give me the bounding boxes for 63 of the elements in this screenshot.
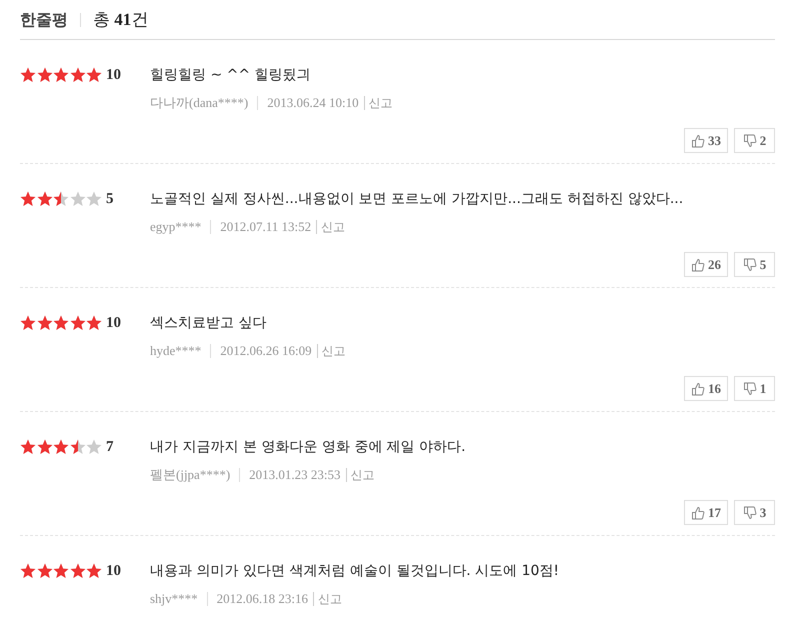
star-icon [70,439,86,455]
star-icon [36,191,52,207]
thumbs-down-icon [742,382,757,396]
dislike-button[interactable]: 2 [734,128,775,153]
rating-score: 10 [106,562,122,580]
thumbs-down-icon [742,506,757,520]
rating-score: 10 [106,66,122,84]
star-icon [53,191,69,207]
rating-score: 10 [106,314,122,332]
review-date: 2012.06.18 23:16 [216,592,310,606]
dislike-button[interactable]: 1 [734,376,775,401]
star-icon [70,563,86,579]
star-icon [53,439,69,455]
star-icon [20,439,36,455]
dislike-button[interactable]: 3 [734,500,775,525]
review-date: 2013.06.24 10:10 [267,96,360,110]
star-icon [20,191,36,207]
review-date: 2013.01.23 23:53 [249,468,342,482]
review-count: 총 41건 [92,9,148,31]
dislike-button[interactable]: 5 [734,252,775,277]
star-icon [70,67,86,83]
author-name: egyp**** [150,220,212,234]
author-name: shjv**** [150,592,208,606]
star-icon [36,563,52,579]
star-icon [53,67,69,83]
star-icon [70,315,86,331]
like-button[interactable]: 26 [684,252,728,277]
review-text: 내가 지금까지 본 영화다운 영화 중에 제일 야하다. [150,438,466,456]
review-date: 2012.06.26 16:09 [220,344,313,358]
thumbs-down-icon [742,258,757,272]
section-title: 한줄평 [20,12,81,26]
star-icon [70,191,86,207]
star-icon [53,315,69,331]
thumbs-up-icon [691,506,705,520]
review-text: 힐링힐링 ~ ^^ 힐링됬긔 [150,66,312,84]
thumbs-up-icon [691,134,705,148]
star-icon [36,439,52,455]
star-icon [20,563,36,579]
review-text: 섹스치료받고 싶다 [150,314,268,332]
review-text: 노골적인 실제 정사씬...내용없이 보면 포르노에 가깝지만...그래도 허접하진 않았다... [150,190,684,208]
star-icon [86,191,102,207]
author-name: 펠본(jjpa****) [150,468,240,482]
star-icon [20,315,36,331]
star-icon [36,315,52,331]
star-icon [86,315,102,331]
like-button[interactable]: 16 [684,376,728,401]
rating-score: 7 [106,438,114,456]
rating-score: 5 [106,190,114,208]
star-icon [36,67,52,83]
thumbs-up-icon [691,382,705,396]
author-name: 다나까(dana****) [150,96,258,110]
like-button[interactable]: 33 [684,128,728,153]
thumbs-down-icon [742,134,757,148]
thumbs-up-icon [691,258,705,272]
star-icon [86,563,102,579]
review-date: 2012.07.11 13:52 [220,220,312,234]
star-icon [53,563,69,579]
like-button[interactable]: 17 [684,500,728,525]
star-icon [86,67,102,83]
star-icon [20,67,36,83]
author-name: hyde**** [150,344,212,358]
star-icon [86,439,102,455]
review-text: 내용과 의미가 있다면 색계처럼 예술이 될것입니다. 시도에 10점! [150,562,560,580]
